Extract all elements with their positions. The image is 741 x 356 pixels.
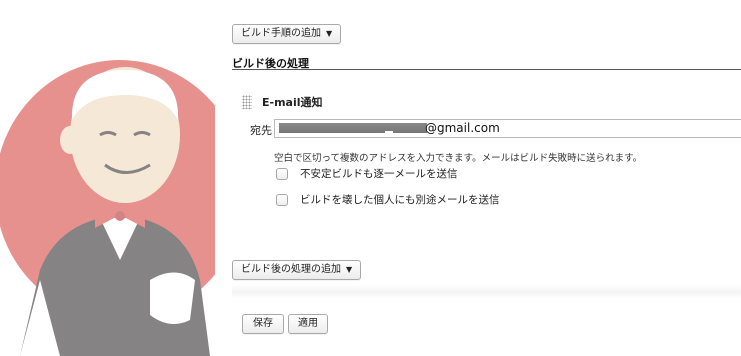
save-button[interactable]: 保存 <box>242 314 284 334</box>
individual-email-checkbox[interactable] <box>276 193 288 206</box>
unstable-email-option[interactable]: 不安定ビルドも逐一メールを送信 <box>276 166 458 181</box>
bottom-sticky-band <box>232 284 741 298</box>
add-post-build-label: ビルド後の処理の追加 <box>241 264 341 275</box>
add-build-step-label: ビルド手順の追加 <box>241 28 321 39</box>
redacted-address <box>279 123 427 133</box>
individual-email-option[interactable]: ビルドを壊した個人にも別途メールを送信 <box>276 192 500 207</box>
add-build-step-button[interactable]: ビルド手順の追加 ▼ <box>232 24 342 44</box>
jenkins-butler-icon <box>0 60 215 356</box>
chevron-down-icon: ▼ <box>326 29 333 38</box>
apply-button[interactable]: 適用 <box>288 314 328 334</box>
individual-email-label: ビルドを壊した個人にも別途メールを送信 <box>300 194 500 206</box>
recipients-input[interactable]: @gmail.com <box>274 119 741 138</box>
recipients-value: @gmail.com <box>425 121 500 135</box>
add-post-build-action-button[interactable]: ビルド後の処理の追加 ▼ <box>232 260 362 280</box>
recipients-help-text: 空白で区切って複数のアドレスを入力できます。メールはビルド失敗時に送られます。 <box>274 153 643 164</box>
section-divider <box>232 69 741 70</box>
drag-handle-icon[interactable] <box>242 95 252 109</box>
email-notification-title: E-mail通知 <box>262 96 323 109</box>
chevron-down-icon: ▼ <box>346 265 353 274</box>
recipients-label: 宛先 <box>250 124 272 137</box>
unstable-email-label: 不安定ビルドも逐一メールを送信 <box>300 168 458 180</box>
unstable-email-checkbox[interactable] <box>276 167 288 180</box>
